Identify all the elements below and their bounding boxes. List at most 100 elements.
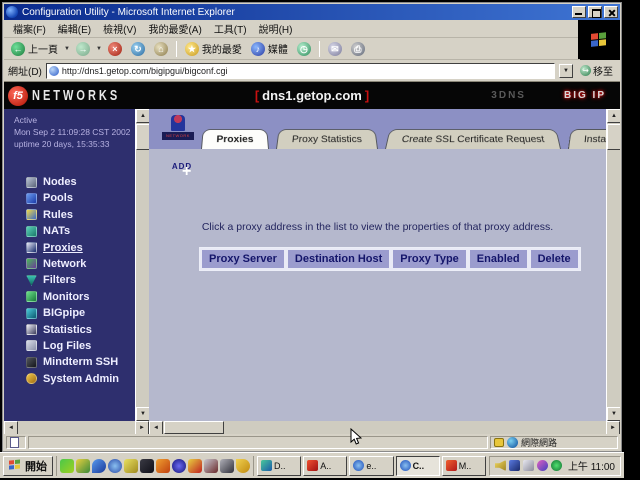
address-dropdown[interactable]: ▼ [559,64,573,78]
col-delete[interactable]: Delete [529,248,580,270]
col-destination-host[interactable]: Destination Host [286,248,391,270]
quicklaunch-icon-7[interactable] [156,459,170,473]
quicklaunch-icon-3[interactable] [92,459,106,473]
tab-create-ssl-certificate-request[interactable]: Create SSL Certificate Request [385,129,561,149]
menu-edit[interactable]: 編輯(E) [53,19,96,38]
scroll-thumb[interactable] [607,124,620,150]
sidebar-item-log-files[interactable]: Log Files [26,340,135,352]
scroll-down-arrow[interactable] [607,407,620,421]
address-label: 網址(D) [8,63,42,78]
link-bigip[interactable]: BIG IP [564,90,606,101]
task-scheduler-icon[interactable] [523,460,534,471]
menu-view[interactable]: 檢視(V) [98,19,141,38]
tab-install-ssl-certificate[interactable]: Install SSL Certif [568,129,606,149]
minimize-button[interactable] [572,6,586,18]
tab-proxy-statistics[interactable]: Proxy Statistics [276,129,378,149]
quicklaunch-icon-5[interactable] [124,459,138,473]
windows-logo-icon [591,32,607,48]
sidebar-item-network[interactable]: Network [26,258,135,270]
mail-button[interactable]: ✉ [325,41,345,57]
media-button[interactable]: ♪ 媒體 [248,40,291,57]
title-bar[interactable]: Configuration Utility - Microsoft Intern… [4,4,620,20]
task-button-3[interactable]: e.. [349,456,393,476]
scroll-left-arrow[interactable] [149,421,163,434]
antivirus-icon[interactable] [551,460,562,471]
scroll-thumb[interactable] [136,124,150,150]
link-3dns[interactable]: 3DNS [491,90,526,101]
network-map-icon[interactable]: NETWORK MAP [161,115,195,145]
page-icon [49,66,59,76]
quicklaunch-icon-8[interactable] [172,459,186,473]
start-button[interactable]: 開始 [3,456,53,476]
scroll-right-arrow[interactable] [606,421,620,434]
ie-app-icon [6,6,18,18]
quicklaunch-icon-10[interactable] [204,459,218,473]
sidebar-item-rules[interactable]: Rules [26,209,135,221]
sidebar-item-bigpipe[interactable]: BIGpipe [26,307,135,319]
sidebar-item-monitors[interactable]: Monitors [26,291,135,303]
main-scrollbar-vertical[interactable] [606,109,620,421]
scroll-down-arrow[interactable] [136,407,150,421]
scroll-right-arrow[interactable] [135,421,149,434]
sidebar-item-pools[interactable]: Pools [26,192,135,204]
history-button[interactable]: ◷ [294,41,314,57]
favorites-button[interactable]: ★ 我的最愛 [182,40,245,57]
sidebar-scrollbar-horizontal[interactable] [4,421,149,434]
back-dropdown[interactable]: ▼ [64,46,70,52]
forward-dropdown[interactable]: ▼ [96,46,102,52]
mail-icon: ✉ [328,42,342,56]
sidebar-item-mindterm-ssh[interactable]: Mindterm SSH [26,356,135,368]
sidebar-item-filters[interactable]: Filters [26,274,135,286]
close-button[interactable] [604,6,618,18]
col-enabled[interactable]: Enabled [468,248,529,270]
col-proxy-type[interactable]: Proxy Type [391,248,468,270]
menu-favorites[interactable]: 我的最愛(A) [143,19,206,38]
quicklaunch-icon-9[interactable] [188,459,202,473]
print-button[interactable]: ⎙ [348,41,368,57]
page-content: f5 NETWORKS [dns1.getop.com] 3DNS BIG IP… [4,82,620,434]
scroll-thumb[interactable] [164,421,224,434]
tab-proxies[interactable]: Proxies [201,129,269,149]
task-button-2[interactable]: A.. [303,456,347,476]
home-button[interactable]: ⌂ [151,41,171,57]
quicklaunch-icon-12[interactable] [236,459,250,473]
col-proxy-server[interactable]: Proxy Server [200,248,286,270]
scroll-up-arrow[interactable] [136,109,150,123]
go-button[interactable]: ↪ 移至 [577,63,616,78]
pools-icon [26,193,37,204]
task-button-1[interactable]: D.. [257,456,301,476]
refresh-button[interactable]: ↻ [128,41,148,57]
document-icon [10,437,19,448]
quicklaunch-icon-4[interactable] [108,459,122,473]
address-input[interactable]: http://dns1.getop.com/bigipgui/bigconf.c… [46,63,555,79]
quicklaunch-icon-11[interactable] [220,459,234,473]
menu-file[interactable]: 檔案(F) [8,19,51,38]
quicklaunch-icon-2[interactable] [76,459,90,473]
windows-logo-icon [9,459,22,471]
back-button[interactable]: ← 上一頁 [8,40,61,57]
main-scrollbar-horizontal[interactable] [149,421,620,434]
menu-tools[interactable]: 工具(T) [209,19,252,38]
sidebar-item-nats[interactable]: NATs [26,225,135,237]
stop-button[interactable]: × [105,41,125,57]
quicklaunch-icon-1[interactable] [60,459,74,473]
messenger-icon[interactable] [537,460,548,471]
display-settings-icon[interactable] [509,460,520,471]
forward-button[interactable]: → [73,41,93,57]
add-proxy-button[interactable]: ADD [167,161,197,171]
scroll-left-arrow[interactable] [4,421,18,434]
sidebar-item-statistics[interactable]: Statistics [26,324,135,336]
sidebar-item-nodes[interactable]: Nodes [26,176,135,188]
hostname: dns1.getop.com [259,88,365,103]
task-button-5[interactable]: M.. [442,456,486,476]
ie-icon [353,460,364,471]
volume-icon[interactable] [495,460,506,471]
sidebar-item-system-admin[interactable]: System Admin [26,373,135,385]
sidebar-scrollbar-vertical[interactable] [135,109,149,421]
task-button-4-active[interactable]: C.. [396,456,440,476]
menu-help[interactable]: 說明(H) [254,19,298,38]
sidebar-item-proxies[interactable]: Proxies [26,242,135,254]
restore-button[interactable] [588,6,602,18]
quicklaunch-icon-6[interactable] [140,459,154,473]
scroll-up-arrow[interactable] [607,109,620,123]
